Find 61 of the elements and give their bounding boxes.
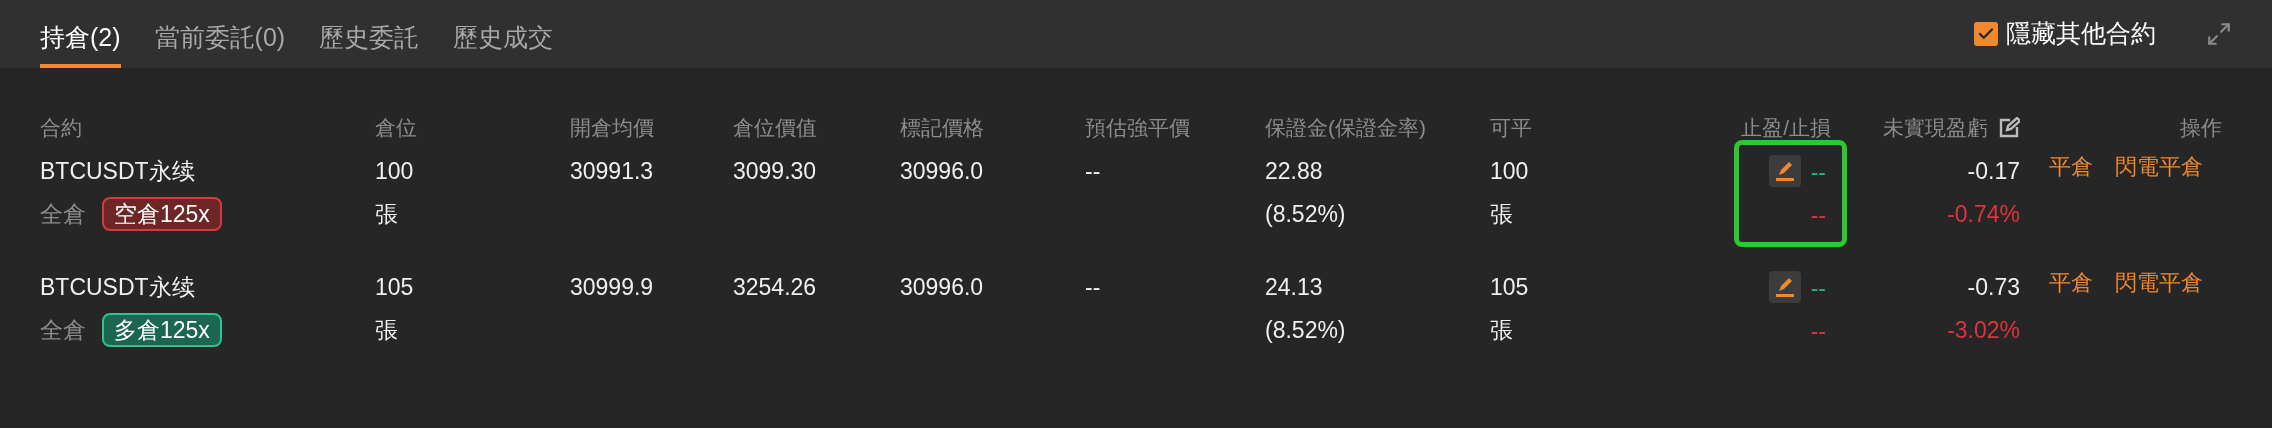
mark-price: 30996.0 (900, 274, 984, 300)
contract-name: BTCUSDT永续 (40, 273, 195, 302)
edit-button[interactable] (1768, 155, 1801, 187)
column-header: 開倉均價 (570, 116, 654, 139)
tab[interactable]: 當前委託(0) (154, 0, 286, 68)
take-profit: -- (1810, 274, 1826, 303)
column-header: 倉位 (375, 116, 417, 139)
margin-value-unit: (8.52%) (1265, 199, 1346, 229)
checkbox[interactable] (1974, 22, 1998, 46)
checkbox-label[interactable]: 隱藏其他合約 (2006, 15, 2156, 53)
pencil-icon (1773, 276, 1796, 298)
close-position-link[interactable]: 平倉 (2049, 154, 2093, 180)
edit-button[interactable] (1768, 271, 1801, 303)
side-badge: 空倉125x (102, 196, 222, 231)
closable-size: 105 (1490, 273, 1529, 302)
closable-size-unit: 張 (1490, 315, 1513, 345)
liquidation-price: -- (1085, 158, 1101, 184)
margin-mode: 全倉 (40, 315, 86, 345)
expand-icon[interactable] (2206, 21, 2232, 47)
column-header: 保證金(保證金率) (1265, 116, 1426, 139)
margin-value-unit: (8.52%) (1265, 315, 1346, 345)
position-value: 3254.26 (733, 274, 817, 300)
unrealized-pnl: -0.17 (1967, 157, 2020, 186)
edit-icon[interactable] (1998, 116, 2020, 139)
unrealized-pnl: -0.73 (1967, 273, 2020, 302)
close-position-link[interactable]: 閃電平倉 (2115, 154, 2203, 180)
tab[interactable]: 持倉(2) (40, 0, 121, 68)
pnl-rate: -3.02% (1947, 315, 2020, 345)
column-header: 止盈/止損 (1741, 115, 1831, 141)
close-position-link[interactable]: 閃電平倉 (2115, 270, 2203, 296)
position-size: 105 (375, 273, 414, 302)
take-profit: -- (1810, 158, 1826, 187)
position-value: 3099.30 (733, 158, 817, 184)
closable-size-unit: 張 (1490, 199, 1513, 229)
stop-loss: -- (1810, 200, 1826, 230)
mark-price: 30996.0 (900, 158, 984, 184)
margin-mode: 全倉 (40, 199, 86, 229)
tab[interactable]: 歷史成交 (453, 0, 554, 68)
position-size: 100 (375, 157, 414, 186)
position-size-unit: 張 (375, 199, 398, 229)
stop-loss: -- (1810, 316, 1826, 346)
column-header: 未實現盈虧 (1883, 115, 1988, 141)
liquidation-price: -- (1085, 274, 1101, 300)
column-header: 合約 (40, 116, 82, 139)
column-header: 可平 (1490, 116, 1532, 139)
column-header: 操作 (2180, 115, 2222, 141)
pnl-rate: -0.74% (1947, 199, 2020, 229)
margin-value: 22.88 (1265, 157, 1323, 186)
entry-price: 30999.9 (570, 274, 654, 300)
closable-size: 100 (1490, 157, 1529, 186)
column-header: 標記價格 (900, 116, 984, 139)
position-size-unit: 張 (375, 315, 398, 345)
pencil-icon (1773, 160, 1796, 182)
side-badge: 多倉125x (102, 312, 222, 347)
column-header: 倉位價值 (733, 116, 817, 139)
tab[interactable]: 歷史委託 (319, 0, 420, 68)
contract-name: BTCUSDT永续 (40, 157, 195, 186)
close-position-link[interactable]: 平倉 (2049, 270, 2093, 296)
entry-price: 30991.3 (570, 158, 654, 184)
margin-value: 24.13 (1265, 273, 1323, 302)
column-header: 預估強平價 (1085, 116, 1190, 139)
